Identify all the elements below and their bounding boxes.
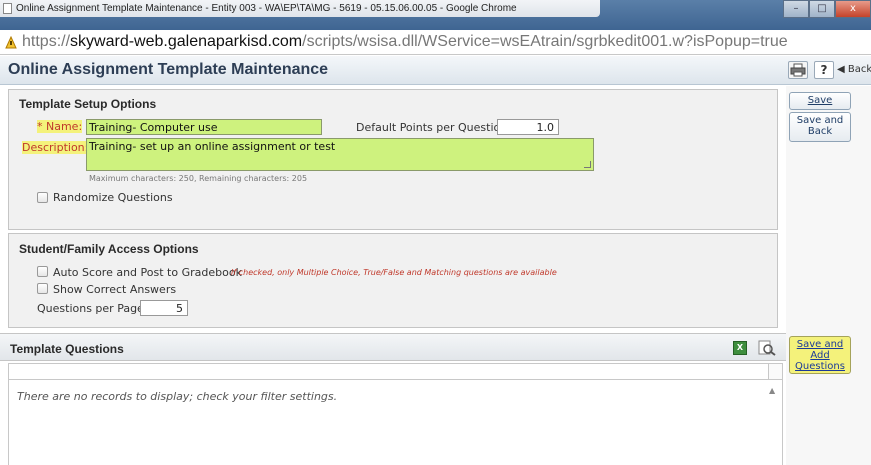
questions-grid: There are no records to display; check y… [8,380,783,465]
save-and-add-questions-label: Save and Add Questions [795,339,845,372]
url-text[interactable]: https://skyward-web.galenaparkisd.com/sc… [22,33,788,51]
auto-score-checkbox[interactable] [37,266,48,277]
page-header: Online Assignment Template Maintenance ?… [0,56,871,85]
window-title: Online Assignment Template Maintenance -… [16,3,517,14]
maximize-icon[interactable]: □ [809,0,835,18]
description-label: Description: [22,141,89,154]
security-warning-icon [5,35,17,48]
show-correct-answers-checkbox[interactable] [37,283,48,294]
student-family-access-section: Student/Family Access Options Auto Score… [8,233,778,328]
questions-per-page-label: Questions per Page: [37,302,148,315]
url-path: /scripts/wsisa.dll/WService=wsEAtrain/sg… [302,33,788,50]
randomize-questions-checkbox[interactable] [37,192,48,203]
print-icon[interactable] [788,61,808,79]
back-link[interactable]: ◀ Back [837,64,871,75]
section-title: Template Setup Options [19,97,157,111]
name-input[interactable]: Training- Computer use [86,119,322,135]
template-setup-section: Template Setup Options * Name: Training-… [8,89,778,230]
minimize-icon[interactable]: – [783,0,809,18]
excel-export-icon[interactable]: X [733,341,747,355]
page: Online Assignment Template Maintenance -… [0,0,871,465]
save-and-add-questions-button[interactable]: Save and Add Questions [789,336,851,374]
browser-tab[interactable]: Online Assignment Template Maintenance -… [0,0,600,17]
section-title: Student/Family Access Options [19,242,199,256]
url-prefix: https:// [22,33,71,50]
page-title: Online Assignment Template Maintenance [8,61,329,78]
scroll-up-icon[interactable]: ▲ [769,386,775,395]
auto-score-label: Auto Score and Post to Gradebook [53,266,242,279]
show-correct-answers-label: Show Correct Answers [53,283,177,296]
filter-row-end [768,363,783,380]
template-questions-header: Template Questions X [0,333,786,361]
default-points-input[interactable]: 1.0 [497,119,559,135]
filter-row[interactable] [8,363,783,380]
save-and-back-button[interactable]: Save and Back [789,112,851,142]
description-textarea[interactable]: Training- set up an online assignment or… [86,138,594,171]
empty-records-message: There are no records to display; check y… [17,390,338,403]
name-label: * Name: [37,120,83,133]
description-text: Training- set up an online assignment or… [89,140,336,153]
address-bar[interactable]: https://skyward-web.galenaparkisd.com/sc… [0,30,871,55]
randomize-questions-label: Randomize Questions [53,191,173,204]
magnifier-icon[interactable] [758,340,776,356]
save-button[interactable]: Save [789,92,851,110]
questions-per-page-input[interactable]: 5 [140,300,188,316]
default-points-label: Default Points per Question: [356,121,511,134]
window-controls: – □ x [783,0,871,18]
section-title: Template Questions [10,342,124,356]
page-icon [3,3,12,14]
close-icon[interactable]: x [835,0,871,18]
character-count-note: Maximum characters: 250, Remaining chara… [89,174,308,183]
browser-titlebar: Online Assignment Template Maintenance -… [0,0,871,30]
resize-grip-icon[interactable] [584,161,591,168]
side-panel [786,86,871,465]
url-domain: skyward-web.galenaparkisd.com [70,33,303,50]
help-button[interactable]: ? [814,61,834,79]
auto-score-note: If checked, only Multiple Choice, True/F… [231,268,557,277]
